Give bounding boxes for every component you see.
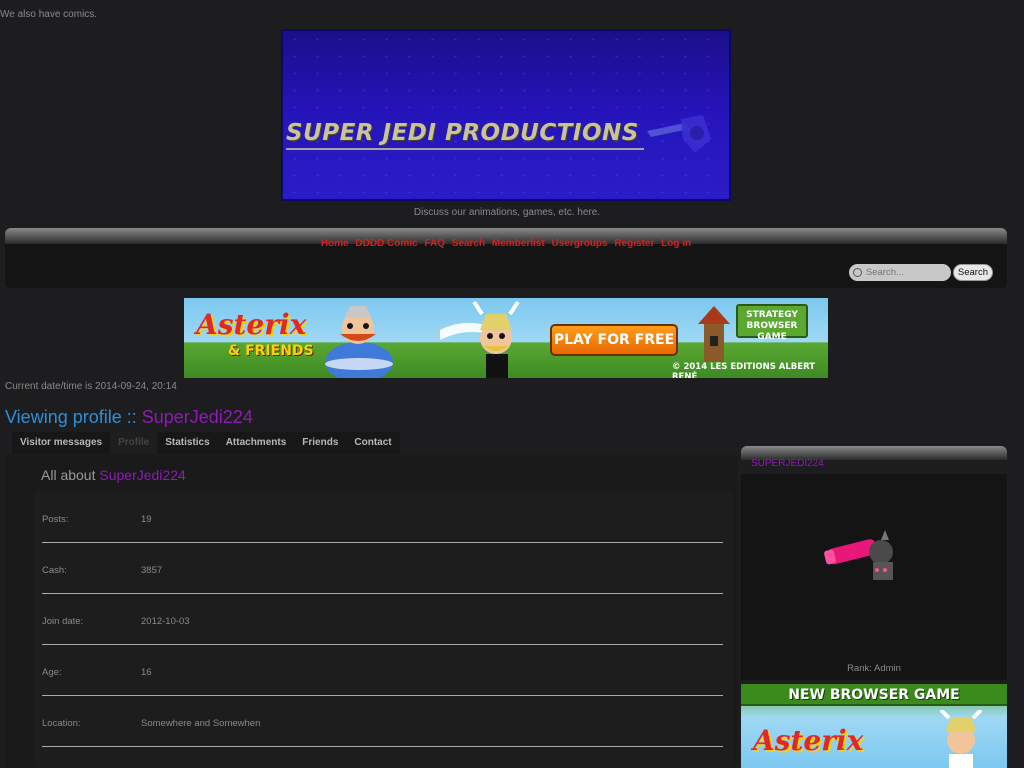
avatar xyxy=(824,530,893,580)
nav-link-faq[interactable]: FAQ xyxy=(424,238,445,249)
nav-link-home[interactable]: Home xyxy=(321,238,349,249)
tower-icon xyxy=(698,306,730,362)
lightsaber-ship-icon xyxy=(647,115,711,153)
sidebar-ad[interactable]: NEW BROWSER GAME Asterix xyxy=(741,684,1007,768)
nav-link-usergroups[interactable]: Usergroups xyxy=(551,238,607,249)
top-note: We also have comics. xyxy=(0,9,98,20)
profile-tabs: Visitor messages Profile Statistics Atta… xyxy=(12,432,400,454)
detail-row-cash: Cash: 3857 xyxy=(42,543,723,594)
about-username-link[interactable]: SuperJedi224 xyxy=(99,467,185,483)
navbar: Home DDDD Comic FAQ Search Memberlist Us… xyxy=(5,228,1007,288)
user-sidebar: SUPERJEDI224 Rank: Admin NEW BROWSER GAM… xyxy=(741,446,1007,768)
detail-label: Posts: xyxy=(42,514,69,525)
detail-label: Location: xyxy=(42,718,81,729)
sidebar-username[interactable]: SUPERJEDI224 xyxy=(751,458,824,469)
ad-banner[interactable]: Asterix & FRIENDS PLAY FOR FREE STRATEGY… xyxy=(184,298,828,378)
nav-link-register[interactable]: Register xyxy=(614,238,654,249)
detail-label: Join date: xyxy=(42,616,84,627)
detail-value: 19 xyxy=(141,514,152,525)
asterix-character-icon xyxy=(939,710,983,768)
profile-username-link[interactable]: SuperJedi224 xyxy=(142,407,253,427)
nav-link-memberlist[interactable]: Memberlist xyxy=(492,238,545,249)
obelix-character-icon xyxy=(325,306,393,378)
ad-logo-subtitle: & FRIENDS xyxy=(228,343,314,359)
nav-link-search[interactable]: Search xyxy=(452,238,485,249)
detail-value: 2012-10-03 xyxy=(141,616,190,627)
detail-value: Somewhere and Somewhen xyxy=(141,718,261,729)
tab-statistics[interactable]: Statistics xyxy=(157,432,217,454)
current-datetime: Current date/time is 2014-09-24, 20:14 xyxy=(5,381,177,392)
about-title: All about SuperJedi224 xyxy=(41,467,186,483)
nav-links: Home DDDD Comic FAQ Search Memberlist Us… xyxy=(5,238,1007,249)
search-form: Search xyxy=(848,264,993,281)
page-title: Viewing profile :: SuperJedi224 xyxy=(5,407,253,428)
page-title-prefix: Viewing profile :: xyxy=(5,407,142,427)
detail-row-join-date: Join date: 2012-10-03 xyxy=(42,594,723,645)
detail-row-location: Location: Somewhere and Somewhen xyxy=(42,696,723,747)
detail-label: Age: xyxy=(42,667,62,678)
detail-label: Cash: xyxy=(42,565,67,576)
tab-profile[interactable]: Profile xyxy=(110,432,158,454)
banner-underline xyxy=(286,148,644,150)
detail-row-age: Age: 16 xyxy=(42,645,723,696)
search-input[interactable] xyxy=(865,267,946,278)
banner-title: SUPER JEDI PRODUCTIONS xyxy=(286,120,639,146)
sidebar-ad-logo: Asterix xyxy=(753,724,864,757)
search-button[interactable]: Search xyxy=(952,264,993,281)
site-banner[interactable]: SUPER JEDI PRODUCTIONS xyxy=(281,29,731,201)
ad-logo: Asterix xyxy=(196,308,307,341)
nav-link-login[interactable]: Log in xyxy=(661,238,691,249)
nav-link-comic[interactable]: DDDD Comic xyxy=(355,238,417,249)
search-box[interactable] xyxy=(848,264,951,281)
asterix-character-icon xyxy=(440,300,520,378)
tab-friends[interactable]: Friends xyxy=(294,432,346,454)
about-title-prefix: All about xyxy=(41,467,100,483)
strategy-browser-game-label: STRATEGY BROWSER GAME xyxy=(736,304,808,342)
sidebar-ad-heading: NEW BROWSER GAME xyxy=(741,684,1007,706)
ad-copyright: © 2014 LES EDITIONS ALBERT RENÉ xyxy=(672,362,816,378)
play-for-free-button[interactable]: PLAY FOR FREE xyxy=(550,324,678,356)
tab-contact[interactable]: Contact xyxy=(346,432,399,454)
user-rank: Rank: Admin xyxy=(847,663,901,674)
search-icon xyxy=(852,268,862,277)
tab-attachments[interactable]: Attachments xyxy=(218,432,295,454)
detail-value: 3857 xyxy=(141,565,163,576)
profile-panel: All about SuperJedi224 Posts: 19 Cash: 3… xyxy=(5,455,738,768)
detail-row-posts: Posts: 19 xyxy=(42,492,723,543)
tab-visitor-messages[interactable]: Visitor messages xyxy=(12,432,110,454)
sidebar-body: Rank: Admin xyxy=(741,474,1007,680)
detail-value: 16 xyxy=(141,667,152,678)
profile-details: Posts: 19 Cash: 3857 Join date: 2012-10-… xyxy=(33,492,733,768)
site-tagline: Discuss our animations, games, etc. here… xyxy=(413,207,601,218)
